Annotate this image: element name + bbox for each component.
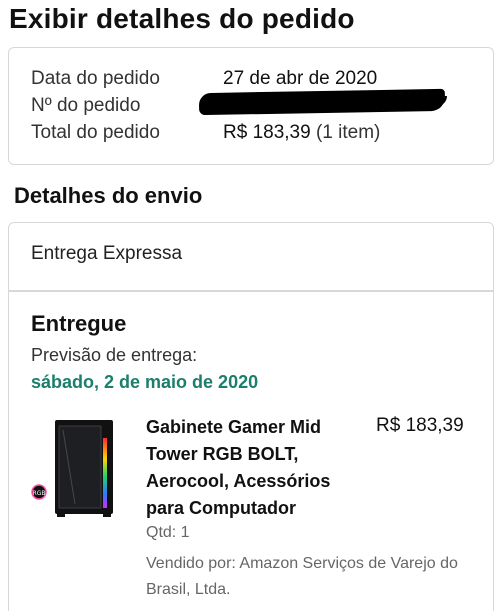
divider [9, 290, 493, 292]
order-number-row: Nº do pedido [31, 95, 223, 117]
product-price: R$ 183,39 [376, 415, 464, 436]
order-date-value: 27 de abr de 2020 [223, 68, 378, 89]
delivery-eta-label: Previsão de entrega: [31, 345, 198, 365]
page-title: Exibir detalhes do pedido [9, 3, 355, 34]
redaction-mark-tail [427, 96, 447, 106]
product-seller: Vendido por: Amazon Serviços de Varejo d… [146, 555, 458, 598]
order-number-label: Nº do pedido [31, 95, 141, 116]
product-title-link[interactable]: Gabinete Gamer Mid Tower RGB BOLT, Aeroc… [146, 414, 356, 522]
order-total-label: Total do pedido [31, 122, 160, 143]
order-summary-card: Data do pedido 27 de abr de 2020 Nº do pe… [8, 47, 494, 165]
delivery-eta-date: sábado, 2 de maio de 2020 [31, 372, 259, 392]
delivery-status: Entregue [31, 311, 127, 336]
order-total-value: R$ 183,39 [223, 122, 311, 143]
shipping-method: Entrega Expressa [31, 243, 183, 264]
shipping-section-title: Detalhes do envio [14, 183, 203, 208]
svg-text:RGB: RGB [33, 490, 46, 497]
order-total-row: Total do pedido R$ 183,39 (1 item) [31, 122, 380, 144]
pc-case-icon[interactable]: RGB [29, 418, 121, 526]
redaction-mark [198, 88, 446, 116]
product-quantity: Qtd: 1 [146, 524, 190, 541]
order-item-count: (1 item) [315, 122, 381, 143]
shipping-card: Entrega Expressa Entregue Previsão de en… [8, 222, 494, 611]
order-date-label: Data do pedido [31, 68, 160, 89]
order-date-row: Data do pedido 27 de abr de 2020 [31, 68, 377, 90]
